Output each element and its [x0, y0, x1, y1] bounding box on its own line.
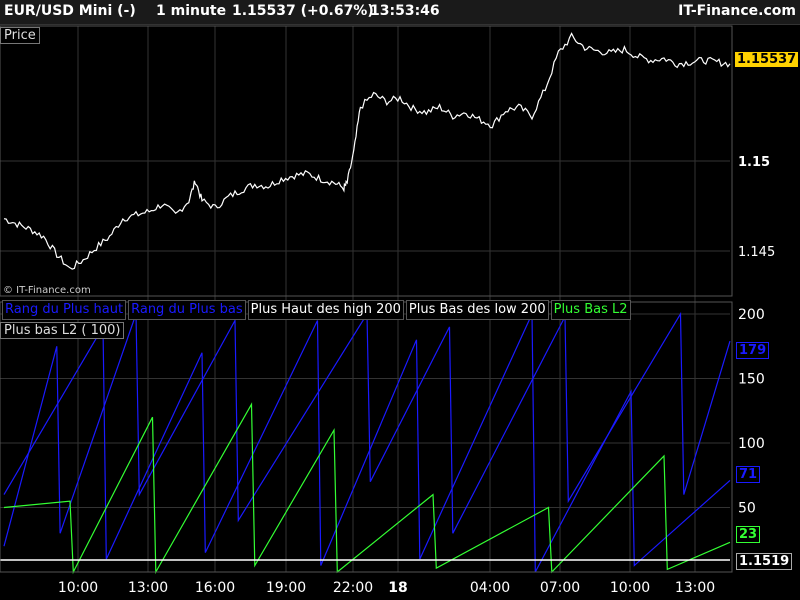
x-tick-label: 10:00 — [58, 580, 98, 596]
interval-label[interactable]: 1 minute — [156, 3, 226, 19]
brand-label[interactable]: IT-Finance.com — [678, 3, 796, 19]
indicator-panel-frame — [0, 301, 733, 573]
legend-item[interactable]: Rang du Plus haut — [2, 300, 127, 320]
x-axis: 10:00 13:00 16:00 19:00 22:00 18 04:00 07:00 10:… — [58, 580, 715, 596]
indicator-y-tick-label: 150 — [738, 372, 765, 388]
rank-low-tag: 71 — [736, 466, 761, 483]
price-line — [3, 32, 731, 270]
current-time: 13:53:46 — [370, 3, 440, 19]
copyright: © IT-Finance.com — [3, 285, 91, 296]
x-tick-label: 07:00 — [540, 580, 580, 596]
x-tick-label: 10:00 — [610, 580, 650, 596]
indicator-series-line — [3, 311, 731, 547]
plus-bas-l2-tag: 23 — [736, 526, 761, 543]
indicator-grid — [0, 26, 730, 572]
x-tick-label: 13:00 — [675, 580, 715, 596]
price-grid — [0, 160, 730, 252]
indicator-y-tick-label: 100 — [738, 436, 765, 452]
last-price-tag: 1.15537 — [735, 52, 799, 67]
price-y-tick-label: 1.15 — [738, 155, 770, 170]
white-line-tag: 1.1519 — [736, 553, 793, 570]
chart-header: EUR/USD Mini (-) 1 minute 1.15537 (+0.67… — [0, 0, 800, 25]
indicator-series-line — [3, 402, 731, 575]
price-y-axis: 1.145 1.15 — [738, 155, 775, 260]
last-price: 1.15537 (+0.67%) — [232, 3, 374, 19]
x-tick-label: 16:00 — [195, 580, 235, 596]
legend-item[interactable]: Rang du Plus bas — [128, 300, 246, 320]
x-tick-label: 13:00 — [128, 580, 168, 596]
price-y-tick-label: 1.145 — [738, 245, 775, 260]
indicator-y-tick-label: 50 — [738, 501, 756, 517]
indicator-sub-label: Plus bas L2 ( 100) — [0, 322, 125, 339]
rank-high-tag: 179 — [736, 342, 770, 359]
indicator-y-axis: 200 150 100 50 — [738, 307, 765, 517]
legend-item[interactable]: Plus Bas L2 — [550, 300, 631, 320]
indicator-y-tick-label: 200 — [738, 307, 765, 323]
legend-item[interactable]: Plus Haut des high 200 — [247, 300, 404, 320]
legend-item[interactable]: Plus Bas des low 200 — [405, 300, 549, 320]
x-tick-label: 22:00 — [333, 580, 373, 596]
x-tick-label: 04:00 — [470, 580, 510, 596]
x-tick-label: 19:00 — [266, 580, 306, 596]
price-panel-label: Price — [0, 27, 40, 44]
instrument-name[interactable]: EUR/USD Mini (-) — [4, 3, 136, 19]
x-tick-label: 18 — [388, 580, 407, 596]
